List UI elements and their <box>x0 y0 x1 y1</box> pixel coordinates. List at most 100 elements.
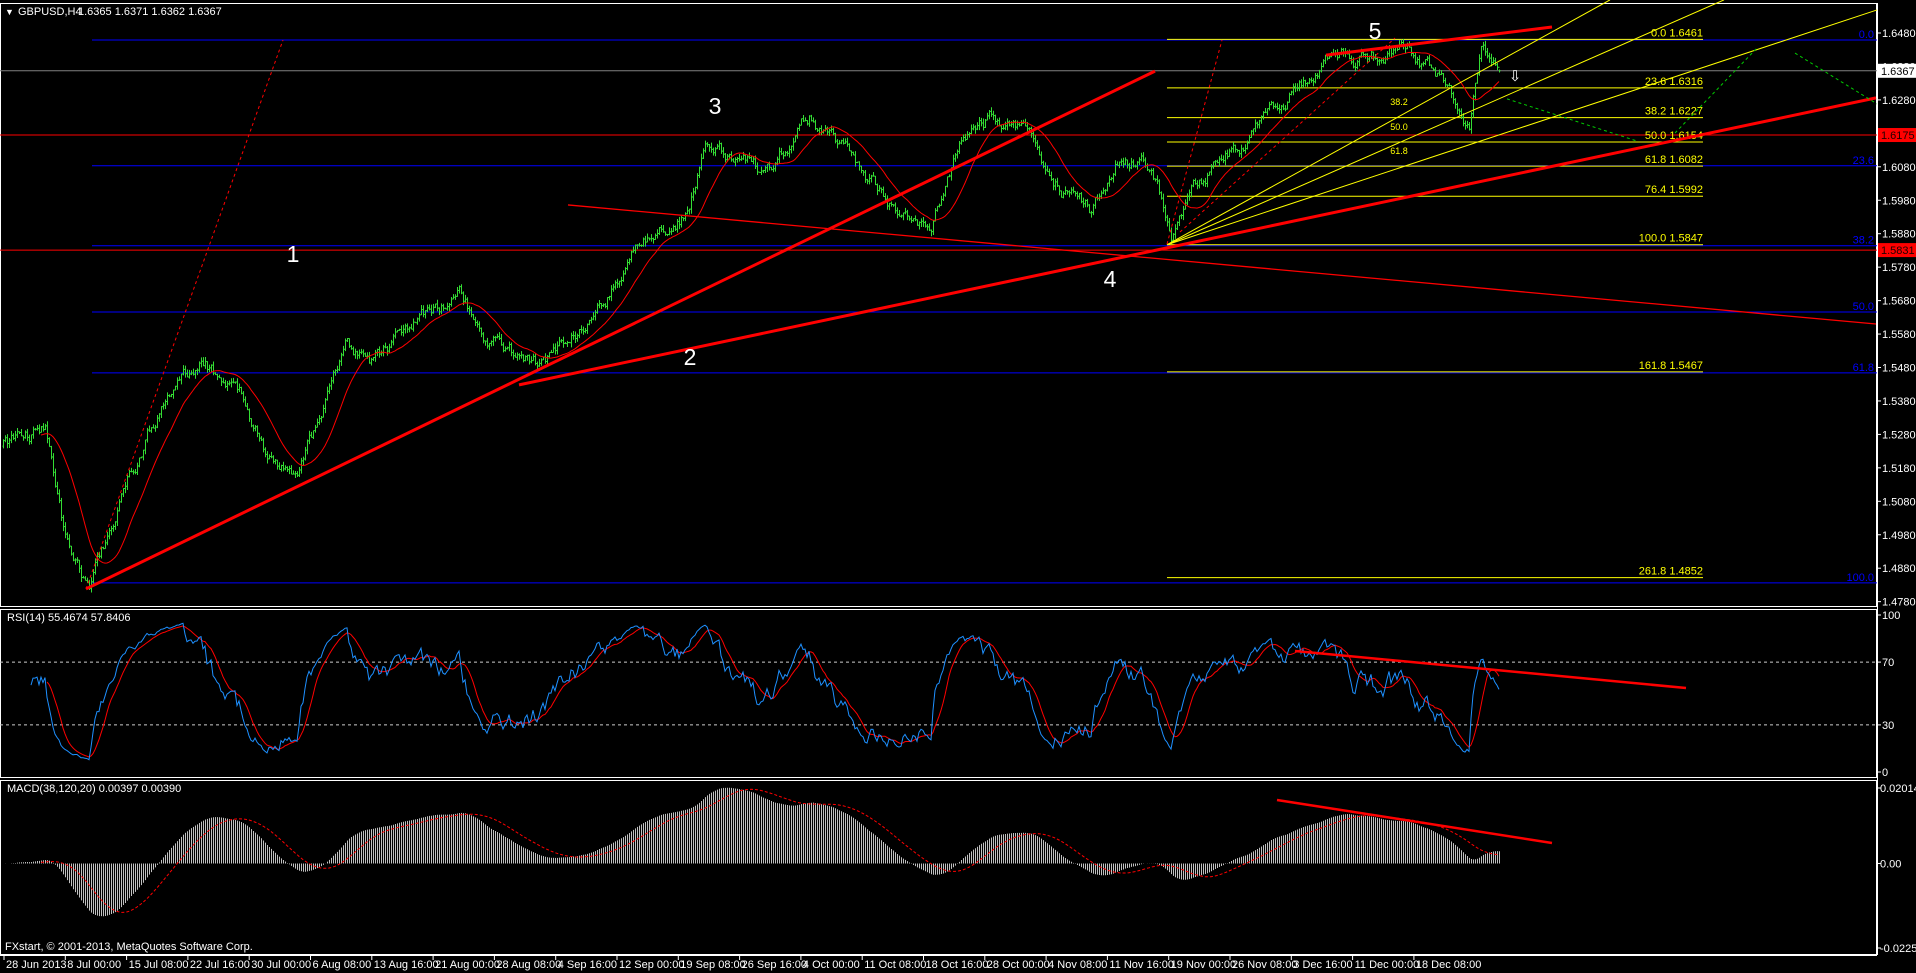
price-bar <box>574 331 577 344</box>
price-bar <box>720 142 723 154</box>
metatrader-chart[interactable]: 0.023.638.250.061.8100.0 0.0 1.646123.6 … <box>0 0 1916 973</box>
price-bar <box>244 396 247 407</box>
price-bar <box>696 173 699 190</box>
fib-level-price: 1.5847 <box>1669 233 1703 245</box>
price-bar <box>272 455 275 464</box>
price-bar <box>1228 148 1231 158</box>
price-bar <box>1308 78 1311 85</box>
price-bar <box>1054 178 1057 191</box>
price-bar <box>340 352 343 366</box>
price-bar <box>1014 119 1017 131</box>
price-bar <box>346 337 349 342</box>
price-bar <box>1166 214 1169 227</box>
price-bar <box>1286 101 1289 110</box>
price-bar <box>1012 119 1015 129</box>
macd-tick-label: 0.00 <box>1880 858 1901 870</box>
price-bar <box>36 425 39 431</box>
price-bar <box>956 149 959 159</box>
macd-trendline[interactable] <box>1276 798 1553 845</box>
time-tick-label: 18 Oct 16:00 <box>926 959 989 971</box>
price-bar <box>604 303 607 309</box>
price-bar <box>236 378 239 394</box>
price-bar <box>1422 61 1425 67</box>
time-tick-label: 18 Dec 08:00 <box>1416 959 1481 971</box>
rsi-tick-label: 100 <box>1882 610 1900 622</box>
price-bar <box>1236 148 1239 153</box>
price-bar <box>202 357 205 367</box>
price-bar <box>756 162 759 176</box>
price-bar <box>624 267 627 275</box>
price-bar <box>744 154 747 164</box>
price-bar <box>326 386 329 401</box>
price-bar <box>1464 120 1467 130</box>
fib-blue-level-label: 0.0 <box>1859 29 1874 41</box>
price-bar <box>1272 101 1275 110</box>
price-bar <box>600 303 603 309</box>
price-bar <box>370 357 373 366</box>
time-tick-label: 3 Dec 16:00 <box>1293 959 1352 971</box>
price-bar <box>1052 177 1055 191</box>
price-bar <box>76 557 79 564</box>
price-bar <box>746 155 749 163</box>
price-bar <box>538 358 541 367</box>
rsi-title: RSI(14) 55.4674 57.8406 <box>7 612 131 624</box>
price-bar <box>540 358 543 366</box>
price-bar <box>1446 84 1449 88</box>
horizontal-levels: 0.0 23.6 38.2 50.0 61.8 100.0 <box>0 29 1877 584</box>
price-bar <box>144 439 147 455</box>
price-bar <box>1482 41 1485 51</box>
price-bar <box>946 176 949 188</box>
price-bar <box>1442 73 1445 83</box>
price-bar <box>662 224 665 233</box>
fib-level-ratio: 76.4 <box>1645 184 1669 196</box>
fib-level-price: 1.6227 <box>1669 106 1703 118</box>
price-bar <box>848 143 851 152</box>
price-bar <box>866 178 869 185</box>
price-bar <box>1290 90 1293 96</box>
price-bar <box>1204 177 1207 187</box>
price-bar <box>1038 145 1041 156</box>
price-bar <box>176 377 179 390</box>
trendline[interactable] <box>85 69 1156 591</box>
price-bar <box>778 147 781 164</box>
price-bar <box>194 369 197 379</box>
price-bar <box>860 165 863 174</box>
collapse-triangle-icon[interactable]: ▼ <box>5 7 14 17</box>
price-bar <box>48 437 51 448</box>
price-bar <box>434 303 437 309</box>
price-bar <box>488 342 491 351</box>
price-bar <box>1316 73 1319 80</box>
price-bar <box>456 287 459 297</box>
fib-blue-level-label: 38.2 <box>1853 235 1874 247</box>
price-bar <box>930 229 933 237</box>
wave-label-1[interactable]: 1 <box>287 241 300 267</box>
arrow-down-icon[interactable]: ⇩ <box>1509 68 1522 85</box>
price-bar <box>788 145 791 158</box>
price-bar <box>1150 168 1153 176</box>
price-bar <box>1260 115 1263 124</box>
price-bar <box>438 307 441 316</box>
fibonacci-retracement[interactable]: 0.0 1.646123.6 1.631638.2 1.622750.0 1.6… <box>1167 27 1703 579</box>
price-bar <box>1232 142 1235 153</box>
price-bar <box>34 427 37 431</box>
fib-blue-level-label: 50.0 <box>1853 301 1874 313</box>
price-bar <box>386 346 389 356</box>
price-bar <box>606 296 609 310</box>
price-bar <box>1064 186 1067 195</box>
trendline[interactable] <box>567 204 1877 325</box>
wave-label-5[interactable]: 5 <box>1369 18 1382 44</box>
wave-label-2[interactable]: 2 <box>684 344 697 370</box>
price-bar <box>652 237 655 244</box>
price-bar <box>578 328 581 339</box>
price-bar <box>840 139 843 145</box>
wave-label-3[interactable]: 3 <box>709 93 722 119</box>
price-bar <box>712 147 715 156</box>
time-tick-label: 11 Oct 08:00 <box>864 959 926 971</box>
rsi-trendline[interactable] <box>1294 649 1687 690</box>
price-bar <box>1418 55 1421 69</box>
price-bar <box>474 316 477 327</box>
price-bar <box>500 333 503 346</box>
price-bar <box>226 381 229 391</box>
rsi-tick-label: 0 <box>1882 767 1888 779</box>
wave-label-4[interactable]: 4 <box>1104 266 1117 292</box>
